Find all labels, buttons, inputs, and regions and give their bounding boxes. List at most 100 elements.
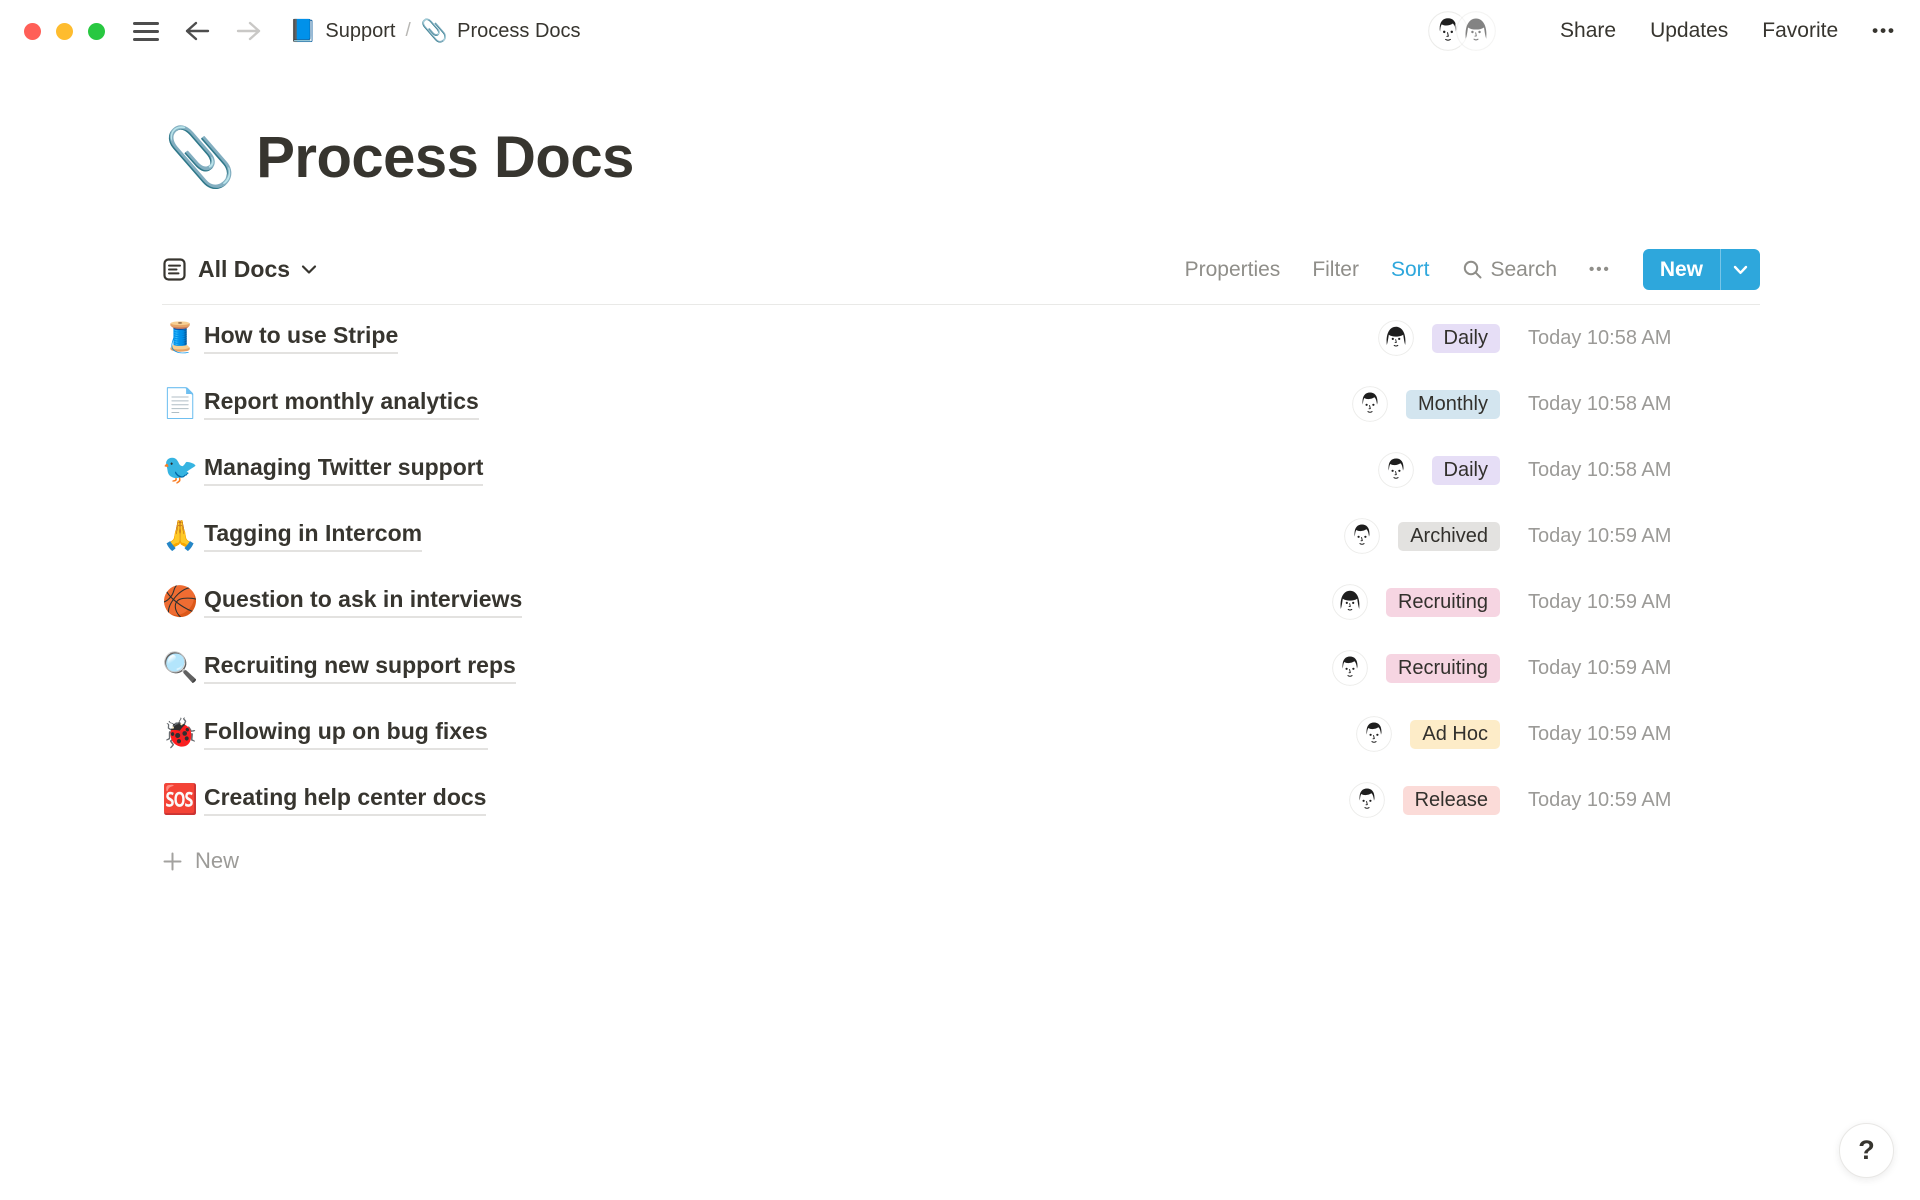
table-view-icon [162,257,187,282]
minimize-window-button[interactable] [56,23,73,40]
back-arrow-icon[interactable] [183,19,211,43]
doc-title[interactable]: Creating help center docs [204,784,486,816]
table-row[interactable]: 🔍 Recruiting new support reps Recruiting… [162,635,1760,701]
doc-title[interactable]: Following up on bug fixes [204,718,488,750]
doc-title[interactable]: Recruiting new support reps [204,652,516,684]
row-meta: Release Today 10:59 AM [1349,782,1760,818]
view-name: All Docs [198,256,290,283]
table-row[interactable]: 🐦 Managing Twitter support Daily Today 1… [162,437,1760,503]
avatar [1332,650,1368,686]
view-switcher[interactable]: All Docs [162,256,317,283]
doc-title[interactable]: Report monthly analytics [204,388,479,420]
table-row[interactable]: 🆘 Creating help center docs Release Toda… [162,767,1760,833]
avatar [1378,452,1414,488]
paperclip-icon: 📎 [421,20,448,42]
share-button[interactable]: Share [1560,19,1616,43]
tag-badge: Daily [1432,324,1500,353]
page-content: 📎 Process Docs All Docs Properties Filte… [160,124,1760,887]
new-doc-label[interactable]: New [1643,249,1720,290]
doc-emoji-icon: 🏀 [162,588,204,617]
search-label: Search [1491,258,1558,282]
row-meta: Archived Today 10:59 AM [1344,518,1760,554]
database-toolbar: All Docs Properties Filter Sort Search •… [162,249,1760,305]
chevron-down-icon [301,264,317,275]
breadcrumb-separator: / [405,20,410,42]
row-meta: Ad Hoc Today 10:59 AM [1356,716,1760,752]
table-row[interactable]: 📄 Report monthly analytics Monthly Today… [162,371,1760,437]
add-new-row-button[interactable]: New [162,835,1760,887]
doc-emoji-icon: 🐦 [162,456,204,485]
breadcrumb-label: Process Docs [457,20,580,43]
sort-button[interactable]: Sort [1391,258,1430,282]
collaborator-avatars[interactable] [1428,11,1496,51]
row-meta: Recruiting Today 10:59 AM [1332,584,1760,620]
doc-emoji-icon: 🆘 [162,786,204,815]
page-header: 📎 Process Docs [162,124,1760,191]
avatar [1344,518,1380,554]
row-meta: Daily Today 10:58 AM [1378,452,1760,488]
tag-badge: Release [1403,786,1500,815]
edited-time: Today 10:59 AM [1528,591,1760,614]
updates-button[interactable]: Updates [1650,19,1728,43]
edited-time: Today 10:58 AM [1528,459,1760,482]
edited-time: Today 10:58 AM [1528,393,1760,416]
edited-time: Today 10:58 AM [1528,327,1760,350]
forward-arrow-icon[interactable] [235,19,263,43]
help-button[interactable]: ? [1839,1123,1894,1178]
favorite-button[interactable]: Favorite [1762,19,1838,43]
search-icon [1462,259,1483,280]
docs-table: 🧵 How to use Stripe Daily Today 10:58 AM… [162,305,1760,833]
edited-time: Today 10:59 AM [1528,723,1760,746]
add-new-row-label: New [195,848,239,874]
doc-title[interactable]: How to use Stripe [204,322,398,354]
properties-button[interactable]: Properties [1185,258,1281,282]
sidebar-toggle-menu-icon[interactable] [133,22,159,41]
book-icon: 📘 [289,20,316,42]
edited-time: Today 10:59 AM [1528,657,1760,680]
doc-title[interactable]: Tagging in Intercom [204,520,422,552]
breadcrumb-label: Support [325,20,395,43]
avatar [1332,584,1368,620]
page-title[interactable]: Process Docs [256,124,634,191]
search-button[interactable]: Search [1462,258,1558,282]
zoom-window-button[interactable] [88,23,105,40]
tag-badge: Ad Hoc [1410,720,1500,749]
window-controls [24,23,105,40]
row-meta: Daily Today 10:58 AM [1378,320,1760,356]
plus-icon [162,851,183,872]
tag-badge: Monthly [1406,390,1500,419]
breadcrumb-item-support[interactable]: 📘 Support [289,20,395,43]
doc-emoji-icon: 🙏 [162,522,204,551]
toolbar-actions: Properties Filter Sort Search ••• New [1185,249,1760,290]
edited-time: Today 10:59 AM [1528,525,1760,548]
breadcrumb: 📘 Support / 📎 Process Docs [289,20,581,43]
edited-time: Today 10:59 AM [1528,789,1760,812]
table-row[interactable]: 🙏 Tagging in Intercom Archived Today 10:… [162,503,1760,569]
row-meta: Monthly Today 10:58 AM [1352,386,1760,422]
tag-badge: Recruiting [1386,654,1500,683]
table-row[interactable]: 🧵 How to use Stripe Daily Today 10:58 AM [162,305,1760,371]
view-more-options-icon[interactable]: ••• [1589,261,1611,278]
doc-title[interactable]: Question to ask in interviews [204,586,522,618]
new-doc-button[interactable]: New [1643,249,1760,290]
tag-badge: Archived [1398,522,1500,551]
avatar [1456,11,1496,51]
doc-title[interactable]: Managing Twitter support [204,454,483,486]
avatar [1349,782,1385,818]
filter-button[interactable]: Filter [1312,258,1359,282]
doc-emoji-icon: 🐞 [162,720,204,749]
avatar [1356,716,1392,752]
doc-emoji-icon: 🧵 [162,324,204,353]
avatar [1378,320,1414,356]
tag-badge: Recruiting [1386,588,1500,617]
close-window-button[interactable] [24,23,41,40]
doc-emoji-icon: 📄 [162,390,204,419]
breadcrumb-item-process-docs[interactable]: 📎 Process Docs [421,20,581,43]
doc-emoji-icon: 🔍 [162,654,204,683]
page-paperclip-icon[interactable]: 📎 [164,129,236,187]
more-options-icon[interactable]: ••• [1872,21,1896,41]
avatar [1352,386,1388,422]
new-doc-dropdown-icon[interactable] [1721,249,1760,290]
table-row[interactable]: 🏀 Question to ask in interviews Recruiti… [162,569,1760,635]
table-row[interactable]: 🐞 Following up on bug fixes Ad Hoc Today… [162,701,1760,767]
